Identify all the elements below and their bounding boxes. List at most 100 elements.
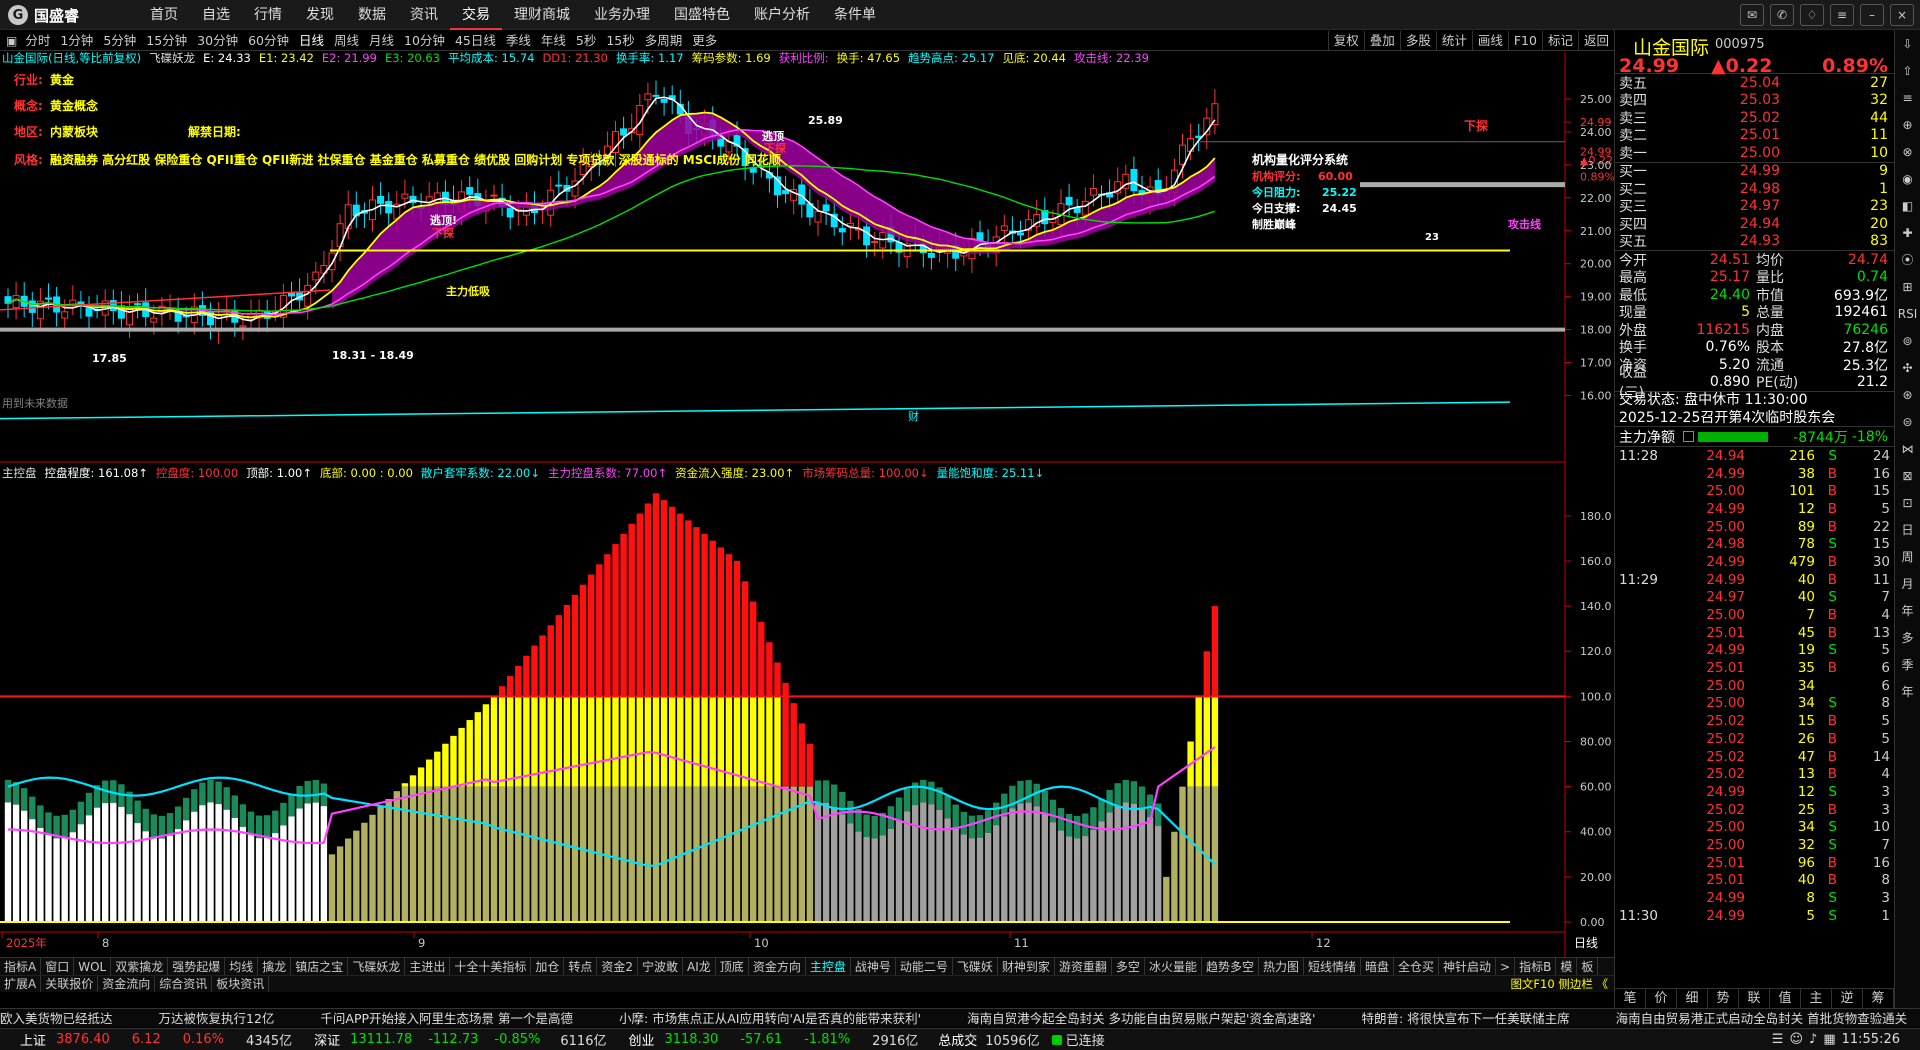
period-tab[interactable]: 5秒 — [571, 31, 601, 51]
quote-tab[interactable]: 值 — [1770, 989, 1801, 1008]
extension-tab[interactable]: 综合资讯 — [155, 976, 213, 992]
sidebar-tool-icon[interactable]: ⊗ — [1895, 138, 1920, 165]
flow-toggle-icon[interactable] — [1683, 431, 1694, 442]
orderbook-row[interactable]: 买二 24.98 1 — [1615, 180, 1894, 198]
nav-item[interactable]: 交易 — [450, 0, 502, 30]
indicator-tab[interactable]: 主控盘 — [806, 958, 851, 975]
indicator-tab[interactable]: 指标B — [1515, 958, 1557, 975]
indicator-tab[interactable]: 战神号 — [851, 958, 896, 975]
nav-item[interactable]: 首页 — [138, 0, 190, 30]
nav-item[interactable]: 国盛特色 — [662, 0, 742, 30]
news-item[interactable]: 特朗普: 将很快宣布下一任美联储主席 — [1361, 1009, 1569, 1027]
quote-tab[interactable]: 逆 — [1832, 989, 1863, 1008]
nav-item[interactable]: 账户分析 — [742, 0, 822, 30]
nav-item[interactable]: 数据 — [346, 0, 398, 30]
sidebar-tool-icon[interactable]: ⋈ — [1895, 435, 1920, 462]
message-icon[interactable]: ✉ — [1740, 4, 1764, 26]
quote-tab[interactable]: 主 — [1801, 989, 1832, 1008]
orderbook-row[interactable]: 买三 24.97 23 — [1615, 198, 1894, 215]
sidebar-tool-icon[interactable]: 年 — [1895, 597, 1920, 624]
indicator-tab[interactable]: 窗口 — [41, 958, 75, 975]
indicator-tab[interactable]: 游资重翻 — [1055, 958, 1112, 975]
period-tab[interactable]: 15分钟 — [141, 31, 192, 51]
indicator-tab[interactable]: 资金方向 — [749, 958, 806, 975]
app-logo[interactable]: G 国盛睿 — [8, 5, 79, 25]
toolbar-button[interactable]: 叠加 — [1363, 31, 1400, 51]
period-tab[interactable]: 30分钟 — [192, 31, 243, 51]
sidebar-tool-icon[interactable]: 月 — [1895, 570, 1920, 597]
indicator-tab[interactable]: 趋势多空 — [1202, 958, 1259, 975]
orderbook-row[interactable]: 买一 24.99 9 — [1615, 163, 1894, 180]
nav-item[interactable]: 条件单 — [822, 0, 888, 30]
indicator-tab[interactable]: 板 — [1577, 958, 1599, 975]
toolbar-button[interactable]: 标记 — [1541, 31, 1578, 51]
period-tab[interactable]: 60分钟 — [243, 31, 294, 51]
indicator-tab[interactable]: 冰火量能 — [1145, 958, 1202, 975]
sidebar-tool-icon[interactable]: 日 — [1895, 516, 1920, 543]
indicator-tab[interactable]: 模 — [1556, 958, 1578, 975]
quote-tab[interactable]: 势 — [1708, 989, 1739, 1008]
nav-item[interactable]: 发现 — [294, 0, 346, 30]
period-tab[interactable]: 10分钟 — [399, 31, 450, 51]
toolbar-button[interactable]: 统计 — [1435, 31, 1472, 51]
sidebar-tool-icon[interactable]: ◉ — [1895, 165, 1920, 192]
close-icon[interactable]: × — [1890, 4, 1914, 26]
extension-tab[interactable]: 资金流向 — [98, 976, 156, 992]
indicator-tab[interactable]: 飞碟妖 — [953, 958, 998, 975]
quote-tab[interactable]: 筹 — [1863, 989, 1894, 1008]
news-item[interactable]: 万达被恢复执行12亿 — [159, 1009, 275, 1027]
period-tab[interactable]: 多周期 — [640, 31, 688, 51]
indicator-tab[interactable]: 镇店之宝 — [291, 958, 349, 975]
nav-item[interactable]: 行情 — [242, 0, 294, 30]
chart-icon[interactable]: ▦ — [1823, 1032, 1835, 1047]
indicator-tab[interactable]: 神针启动 — [1439, 958, 1497, 975]
sidebar-tool-icon[interactable]: ◧ — [1895, 192, 1920, 219]
toolbar-button[interactable]: F10 — [1507, 31, 1542, 51]
sidebar-tool-icon[interactable]: ⊚ — [1895, 327, 1920, 354]
nav-item[interactable]: 业务办理 — [582, 0, 662, 30]
period-icon[interactable]: ▣ — [0, 34, 20, 48]
news-item[interactable]: 海南自贸港今起全岛封关 多功能自由贸易账户架起'资金高速路' — [967, 1009, 1315, 1027]
indicator-tab[interactable]: 转点 — [564, 958, 598, 975]
skin-icon[interactable]: ♢ — [1800, 4, 1824, 26]
sidebar-tool-icon[interactable]: 季 — [1895, 651, 1920, 678]
period-tab[interactable]: 更多 — [687, 31, 722, 51]
indicator-tab[interactable]: 热力图 — [1259, 958, 1304, 975]
period-tab[interactable]: 45日线 — [450, 31, 501, 51]
indicator-tab[interactable]: 擒龙 — [258, 958, 292, 975]
mail-icon[interactable]: ✆ — [1770, 4, 1794, 26]
indicator-tab[interactable]: 均线 — [225, 958, 259, 975]
nav-item[interactable]: 理财商城 — [502, 0, 582, 30]
orderbook-row[interactable]: 买五 24.93 83 — [1615, 233, 1894, 250]
period-tab[interactable]: 季线 — [501, 31, 536, 51]
sidebar-tool-icon[interactable]: ✣ — [1895, 354, 1920, 381]
sidebar-tool-icon[interactable]: ✚ — [1895, 219, 1920, 246]
list-icon[interactable]: ☰ — [1772, 1032, 1784, 1047]
sidebar-tool-icon[interactable]: ⊕ — [1895, 111, 1920, 138]
user-icon[interactable]: ☺ — [1789, 1032, 1803, 1047]
indicator-tab[interactable]: WOL — [74, 958, 112, 975]
indicator-tab[interactable]: > — [1496, 958, 1516, 975]
sidebar-tool-icon[interactable]: 多 — [1895, 624, 1920, 651]
orderbook-row[interactable]: 卖一 25.00 10 — [1615, 144, 1894, 162]
quote-tab[interactable]: 细 — [1677, 989, 1708, 1008]
sidebar-tool-icon[interactable]: 年 — [1895, 678, 1920, 705]
orderbook-row[interactable]: 卖二 25.01 11 — [1615, 127, 1894, 144]
sidebar-tool-icon[interactable]: ⊜ — [1895, 408, 1920, 435]
quote-tab[interactable]: 笔 — [1615, 989, 1646, 1008]
minimize-icon[interactable]: – — [1860, 4, 1884, 26]
period-tab[interactable]: 月线 — [364, 31, 399, 51]
sidebar-tool-icon[interactable]: ⊛ — [1895, 381, 1920, 408]
period-tab[interactable]: 5分钟 — [98, 31, 141, 51]
period-tab[interactable]: 年线 — [536, 31, 571, 51]
indicator-tab[interactable]: 暗盘 — [1361, 958, 1395, 975]
chart-svg[interactable]: 25.0024.9924.0023.0022.0021.0020.0019.00… — [0, 51, 1615, 957]
indicator-tab[interactable]: 指标A — [0, 958, 42, 975]
indicator-tab[interactable]: 十全十美指标 — [450, 958, 532, 975]
indicator-tab[interactable]: 全仓买 — [1394, 958, 1440, 975]
extension-tab[interactable]: 板块资讯 — [212, 976, 270, 992]
orderbook-row[interactable]: 卖三 25.02 44 — [1615, 109, 1894, 127]
sidebar-tool-icon[interactable]: ⦿ — [1895, 246, 1920, 273]
extension-tab[interactable]: 关联报价 — [41, 976, 99, 992]
indicator-tab[interactable]: 加仓 — [531, 958, 565, 975]
